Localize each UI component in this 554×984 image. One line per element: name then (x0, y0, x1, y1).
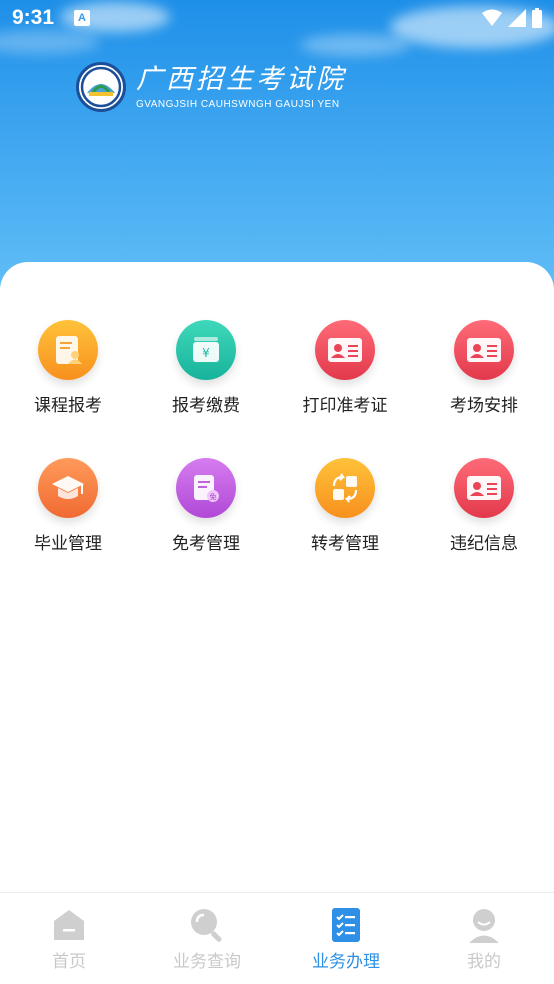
tab-label: 我的 (467, 952, 501, 972)
tab-business-handling[interactable]: 业务办理 (277, 905, 415, 975)
tab-business-query[interactable]: 业务查询 (138, 905, 276, 975)
id-card-icon (315, 320, 375, 380)
tab-label: 业务办理 (312, 952, 380, 972)
service-transfer[interactable]: 转考管理 (285, 458, 405, 556)
exempt-document-icon: 免 (176, 458, 236, 518)
service-label: 打印准考证 (302, 396, 388, 416)
logo-title-en: GVANGJSIH CAUHSWNGH GAUJSI YEN (136, 99, 340, 110)
service-graduation[interactable]: 毕业管理 (8, 458, 128, 556)
service-label: 毕业管理 (34, 534, 102, 554)
service-fee-payment[interactable]: ¥ 报考缴费 (146, 320, 266, 418)
tab-label: 业务查询 (173, 952, 241, 972)
service-label: 考场安排 (450, 396, 518, 416)
battery-icon (532, 8, 542, 28)
svg-text:¥: ¥ (202, 346, 210, 360)
header-banner: 9:31 A 广西招生考试院 GVANGJSIH CAUHSWNGH GAUJS… (0, 0, 554, 300)
status-time: 9:31 (12, 6, 55, 29)
logo-text: 广西招生考试院 GVANGJSIH CAUHSWNGH GAUJSI YEN (136, 64, 346, 110)
home-icon (49, 905, 89, 945)
service-exam-arrangement[interactable]: 考场安排 (424, 320, 544, 418)
service-label: 报考缴费 (172, 396, 240, 416)
status-icons (482, 8, 542, 28)
cloud-decoration (300, 34, 410, 56)
graduation-cap-icon (38, 458, 98, 518)
service-label: 课程报考 (34, 396, 102, 416)
document-person-icon (38, 320, 98, 380)
emblem-icon (76, 62, 126, 112)
search-icon (187, 905, 227, 945)
status-bar: 9:31 A (0, 0, 554, 36)
service-label: 违纪信息 (450, 534, 518, 554)
id-card-icon (454, 320, 514, 380)
logo-title-cn: 广西招生考试院 (136, 64, 346, 95)
tab-label: 首页 (52, 952, 86, 972)
services-card: 课程报考 ¥ 报考缴费 打印准考证 考场安排 毕业管理 免 免考管理 转考管理 … (0, 262, 554, 892)
user-icon (464, 905, 504, 945)
signal-icon (508, 9, 526, 27)
bottom-tab-bar: 首页 业务查询 业务办理 我的 (0, 892, 554, 984)
service-label: 转考管理 (311, 534, 379, 554)
service-label: 免考管理 (172, 534, 240, 554)
institution-logo: 广西招生考试院 GVANGJSIH CAUHSWNGH GAUJSI YEN (76, 62, 346, 112)
svg-text:免: 免 (210, 492, 217, 501)
transfer-icon (315, 458, 375, 518)
checklist-icon (326, 905, 366, 945)
tab-mine[interactable]: 我的 (415, 905, 553, 975)
id-card-icon (454, 458, 514, 518)
service-exemption[interactable]: 免 免考管理 (146, 458, 266, 556)
tab-home[interactable]: 首页 (0, 905, 138, 975)
service-print-admission[interactable]: 打印准考证 (285, 320, 405, 418)
yen-payment-icon: ¥ (176, 320, 236, 380)
service-course-registration[interactable]: 课程报考 (8, 320, 128, 418)
wifi-icon (482, 9, 502, 26)
notification-icon: A (74, 10, 91, 26)
service-violation-info[interactable]: 违纪信息 (424, 458, 544, 556)
